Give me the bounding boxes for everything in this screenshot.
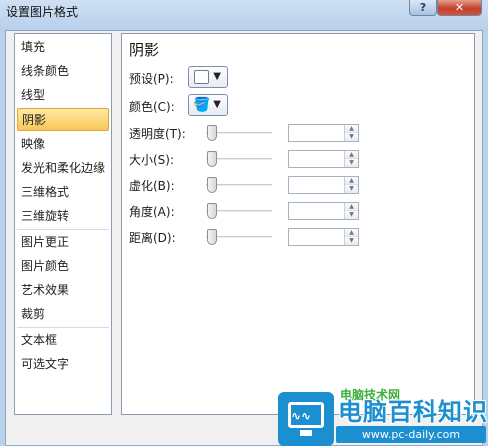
paint-bucket-icon: 🪣 xyxy=(193,97,211,113)
sidebar-item-reflection[interactable]: 映像 xyxy=(17,133,109,156)
slider-thumb[interactable] xyxy=(207,177,217,193)
shadow-settings-panel: 阴影 预设(P): ▼ 颜色(C): 🪣 ▼ 透明度(T): ▲ ▼ 大小(S)… xyxy=(121,33,475,415)
transparency-spinbox[interactable]: ▲ ▼ xyxy=(288,124,359,142)
sidebar-item-alt-text[interactable]: 可选文字 xyxy=(17,353,109,376)
pulse-icon: ∿∿ xyxy=(291,409,312,423)
angle-slider[interactable] xyxy=(206,203,272,219)
distance-spinbox[interactable]: ▲ ▼ xyxy=(288,228,359,246)
sidebar-item-picture-corrections[interactable]: 图片更正 xyxy=(17,231,109,254)
title-bar: 设置图片格式 ? ✕ xyxy=(0,0,488,30)
slider-thumb[interactable] xyxy=(207,151,217,167)
slider-thumb[interactable] xyxy=(207,125,217,141)
spin-up-icon[interactable]: ▲ xyxy=(345,151,358,159)
sidebar-divider xyxy=(17,229,109,230)
spin-buttons: ▲ ▼ xyxy=(344,229,358,245)
spin-down-icon[interactable]: ▼ xyxy=(345,159,358,167)
site-watermark: ∿∿ 电脑百科知识 www.pc-daily.com xyxy=(278,392,488,446)
help-button[interactable]: ? xyxy=(409,0,437,16)
transparency-slider[interactable] xyxy=(206,125,272,141)
spin-down-icon[interactable]: ▼ xyxy=(345,133,358,141)
category-list: 填充 线条颜色 线型 阴影 映像 发光和柔化边缘 三维格式 三维旋转 图片更正 … xyxy=(14,33,112,415)
sidebar-item-picture-color[interactable]: 图片颜色 xyxy=(17,255,109,278)
spin-buttons: ▲ ▼ xyxy=(344,125,358,141)
sidebar-item-3d-rotation[interactable]: 三维旋转 xyxy=(17,205,109,228)
sidebar-item-line-style[interactable]: 线型 xyxy=(17,84,109,107)
sidebar-item-artistic-effects[interactable]: 艺术效果 xyxy=(17,279,109,302)
spin-down-icon[interactable]: ▼ xyxy=(345,237,358,245)
spin-buttons: ▲ ▼ xyxy=(344,203,358,219)
spin-down-icon[interactable]: ▼ xyxy=(345,211,358,219)
sidebar-item-shadow[interactable]: 阴影 xyxy=(17,108,109,131)
distance-label: 距离(D): xyxy=(129,231,176,245)
window-title: 设置图片格式 xyxy=(6,5,79,19)
close-button[interactable]: ✕ xyxy=(437,0,482,16)
size-slider[interactable] xyxy=(206,151,272,167)
chevron-down-icon: ▼ xyxy=(213,99,221,110)
distance-slider[interactable] xyxy=(206,229,272,245)
preset-dropdown[interactable]: ▼ xyxy=(188,66,228,88)
sidebar-item-fill[interactable]: 填充 xyxy=(17,36,109,59)
monitor-logo-icon: ∿∿ xyxy=(278,392,334,446)
dialog-body: 填充 线条颜色 线型 阴影 映像 发光和柔化边缘 三维格式 三维旋转 图片更正 … xyxy=(5,30,483,446)
sidebar-item-glow-soft-edges[interactable]: 发光和柔化边缘 xyxy=(17,157,109,180)
spin-up-icon[interactable]: ▲ xyxy=(345,177,358,185)
chevron-down-icon: ▼ xyxy=(213,71,221,82)
angle-label: 角度(A): xyxy=(129,205,175,219)
sidebar-item-crop[interactable]: 裁剪 xyxy=(17,303,109,326)
angle-spinbox[interactable]: ▲ ▼ xyxy=(288,202,359,220)
blur-label: 虚化(B): xyxy=(129,179,175,193)
size-spinbox[interactable]: ▲ ▼ xyxy=(288,150,359,168)
sidebar-divider xyxy=(17,327,109,328)
blur-slider[interactable] xyxy=(206,177,272,193)
blur-spinbox[interactable]: ▲ ▼ xyxy=(288,176,359,194)
shadow-preset-icon xyxy=(194,70,209,84)
section-title: 阴影 xyxy=(129,41,160,59)
watermark-title: 电脑百科知识 xyxy=(338,398,488,426)
sidebar-item-3d-format[interactable]: 三维格式 xyxy=(17,181,109,204)
preset-label: 预设(P): xyxy=(129,72,174,86)
spin-buttons: ▲ ▼ xyxy=(344,151,358,167)
size-label: 大小(S): xyxy=(129,153,175,167)
spin-up-icon[interactable]: ▲ xyxy=(345,125,358,133)
slider-thumb[interactable] xyxy=(207,229,217,245)
transparency-label: 透明度(T): xyxy=(129,127,186,141)
spin-buttons: ▲ ▼ xyxy=(344,177,358,193)
color-dropdown[interactable]: 🪣 ▼ xyxy=(188,94,228,116)
watermark-url: www.pc-daily.com xyxy=(336,426,486,443)
spin-up-icon[interactable]: ▲ xyxy=(345,229,358,237)
sidebar-item-text-box[interactable]: 文本框 xyxy=(17,329,109,352)
spin-down-icon[interactable]: ▼ xyxy=(345,185,358,193)
color-label: 颜色(C): xyxy=(129,100,175,114)
slider-thumb[interactable] xyxy=(207,203,217,219)
sidebar-item-line-color[interactable]: 线条颜色 xyxy=(17,60,109,83)
spin-up-icon[interactable]: ▲ xyxy=(345,203,358,211)
monitor-stand xyxy=(300,430,312,436)
